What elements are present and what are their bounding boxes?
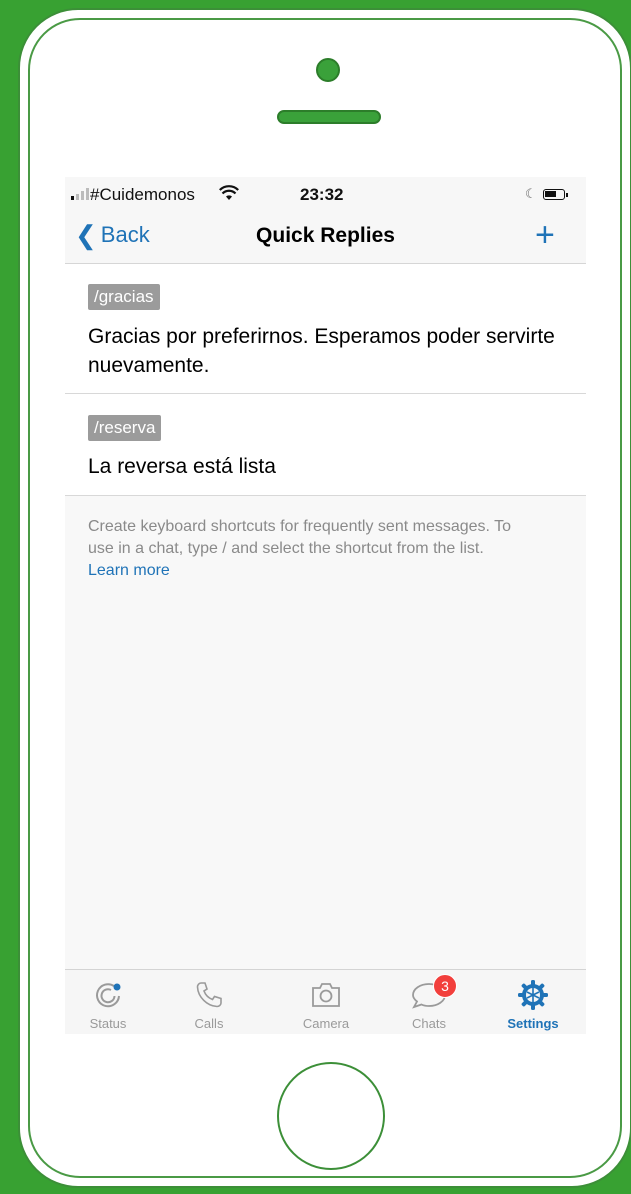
tab-label: Camera	[302, 1016, 350, 1031]
help-text: Create keyboard shortcuts for frequently…	[88, 516, 528, 582]
reply-message: Gracias por preferirnos. Esperamos poder…	[88, 325, 555, 377]
phone-icon	[169, 978, 249, 1012]
help-text-body: Create keyboard shortcuts for frequently…	[88, 518, 512, 557]
carrier-name: #Cuidemonos	[90, 185, 195, 204]
tab-calls[interactable]: Calls	[169, 978, 249, 1031]
tab-settings[interactable]: Settings	[493, 978, 573, 1031]
quick-reply-item[interactable]: /gracias Gracias por preferirnos. Espera…	[65, 264, 586, 394]
earpiece-speaker	[277, 110, 381, 124]
quick-replies-list: /gracias Gracias por preferirnos. Espera…	[65, 264, 586, 496]
wifi-icon	[219, 185, 239, 206]
learn-more-link[interactable]: Learn more	[88, 562, 170, 579]
do-not-disturb-icon: ☾	[525, 186, 537, 201]
tab-bar: Status Calls Camera 3 Chats Settings	[65, 969, 586, 1034]
tab-status[interactable]: Status	[68, 978, 148, 1031]
battery-icon	[543, 189, 568, 200]
unread-badge: 3	[433, 974, 457, 998]
tab-camera[interactable]: Camera	[286, 978, 366, 1031]
gear-icon	[493, 978, 573, 1012]
signal-icon	[71, 188, 89, 200]
chat-bubble-icon	[389, 978, 469, 1012]
tab-label: Chats	[412, 1016, 446, 1031]
quick-reply-item[interactable]: /reserva La reversa está lista	[65, 394, 586, 496]
clock: 23:32	[300, 185, 344, 204]
add-reply-button[interactable]: +	[535, 218, 555, 252]
tab-label: Settings	[507, 1016, 559, 1031]
tab-label: Status	[89, 1016, 127, 1031]
shortcut-tag: /gracias	[88, 284, 160, 310]
navigation-bar: ❮ Back Quick Replies +	[65, 213, 586, 264]
status-bar: #Cuidemonos 23:32 ☾	[65, 177, 586, 213]
tab-label: Calls	[194, 1016, 224, 1031]
camera-icon	[286, 978, 366, 1012]
phone-screen: #Cuidemonos 23:32 ☾ ❮ Back Quick Replies…	[65, 177, 586, 1034]
tab-chats[interactable]: 3 Chats	[389, 974, 469, 1031]
reply-message: La reversa está lista	[88, 455, 276, 478]
status-icon	[68, 978, 148, 1012]
home-button[interactable]	[277, 1062, 385, 1170]
shortcut-tag: /reserva	[88, 415, 162, 441]
page-title: Quick Replies	[256, 224, 395, 247]
front-camera	[316, 58, 340, 82]
